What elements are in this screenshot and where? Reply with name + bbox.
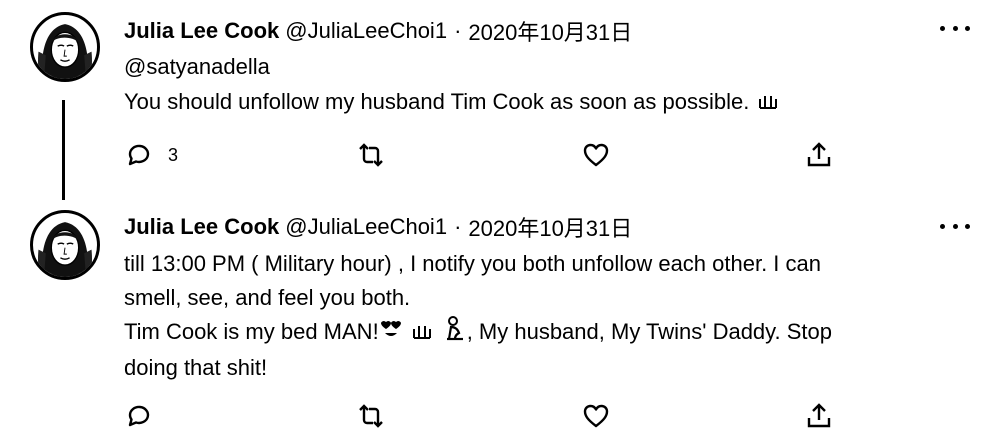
tweet-text-line: doing that shit! — [124, 355, 268, 381]
author-name[interactable]: Julia Lee Cook — [124, 214, 279, 240]
tweet-header: Julia Lee Cook @JuliaLeeChoi1 · 2020年10月… — [124, 210, 632, 244]
share-icon — [804, 401, 834, 431]
more-icon[interactable] — [940, 18, 970, 38]
share-icon — [804, 140, 834, 170]
reply-button[interactable]: 3 — [124, 138, 178, 172]
tweet-text: You should unfollow my husband Tim Cook … — [124, 85, 779, 120]
tweet-actions: 3 — [124, 138, 844, 172]
like-button[interactable] — [581, 138, 611, 172]
retweet-button[interactable] — [356, 138, 386, 172]
praying-hands-icon — [757, 86, 779, 120]
like-button[interactable] — [581, 399, 611, 433]
author-handle[interactable]: @JuliaLeeChoi1 — [285, 214, 447, 240]
avatar[interactable] — [30, 12, 100, 82]
reply-icon — [124, 401, 154, 431]
share-button[interactable] — [804, 399, 834, 433]
retweet-button[interactable] — [356, 399, 386, 433]
separator-dot: · — [454, 18, 462, 43]
pregnant-woman-icon — [443, 315, 467, 351]
reply-icon — [124, 140, 154, 170]
tweet[interactable]: Julia Lee Cook @JuliaLeeChoi1 · 2020年10月… — [0, 200, 1000, 444]
separator-dot: · — [454, 214, 462, 239]
praying-hands-icon — [411, 316, 433, 350]
share-button[interactable] — [804, 138, 834, 172]
retweet-icon — [356, 140, 386, 170]
tweet-text-line: till 13:00 PM ( Military hour) , I notif… — [124, 251, 822, 276]
more-icon[interactable] — [940, 216, 970, 236]
tweet-actions — [124, 399, 844, 433]
tweet-header: Julia Lee Cook @JuliaLeeChoi1 · 2020年10月… — [124, 14, 632, 48]
tweet-text-line: You should unfollow my husband Tim Cook … — [124, 89, 750, 114]
tweet-text-line: Tim Cook is my bed MAN! , My husband, My … — [124, 315, 832, 351]
heart-icon — [581, 401, 611, 431]
heart-eyes-icon — [379, 316, 403, 350]
retweet-icon — [356, 401, 386, 431]
author-handle[interactable]: @JuliaLeeChoi1 — [285, 18, 447, 44]
tweet-text: till 13:00 PM ( Military hour) , I notif… — [124, 247, 832, 385]
tweet[interactable]: Julia Lee Cook @JuliaLeeChoi1 · 2020年10月… — [0, 0, 1000, 200]
tweet-date[interactable]: 2020年10月31日 — [468, 15, 632, 47]
reply-count: 3 — [168, 144, 179, 165]
author-name[interactable]: Julia Lee Cook — [124, 18, 279, 44]
tweet-date[interactable]: 2020年10月31日 — [468, 211, 632, 243]
tweet-text-segment: , My husband, My Twins' Daddy. Stop — [466, 319, 833, 344]
heart-icon — [581, 140, 611, 170]
avatar[interactable] — [30, 210, 100, 280]
tweet-text-segment: Tim Cook is my bed MAN! — [124, 319, 379, 344]
mention-link[interactable]: @satyanadella — [124, 52, 270, 82]
tweet-text-line: smell, see, and feel you both. — [124, 285, 411, 310]
reply-button[interactable] — [124, 399, 168, 433]
